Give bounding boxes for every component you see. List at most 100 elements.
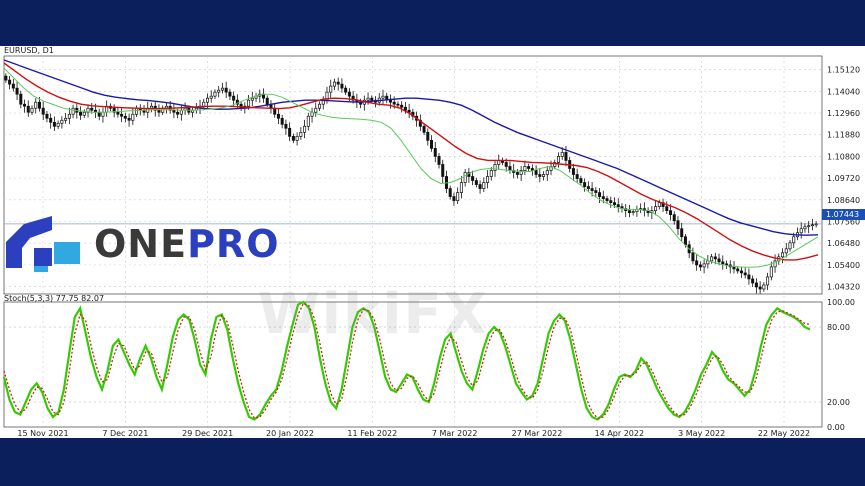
- candle-bear: [265, 97, 269, 105]
- candle-bull: [71, 107, 75, 115]
- candle-bear: [579, 178, 583, 183]
- candle-bull: [493, 164, 497, 171]
- candle-bull: [456, 192, 460, 201]
- onepro-logo-mark-icon: [6, 216, 80, 272]
- date-tick-label: 11 Feb 2022: [347, 429, 397, 438]
- candle-bull: [303, 125, 307, 133]
- candle-bear: [691, 252, 695, 262]
- candle-bear: [347, 91, 351, 97]
- candle-bear: [616, 204, 620, 207]
- candle-bear: [284, 123, 288, 129]
- onepro-logo-text: ONEPRO: [94, 222, 280, 266]
- candle-bear: [751, 278, 755, 284]
- candle-bear: [228, 91, 232, 97]
- candle-bear: [605, 198, 609, 201]
- candle-bull: [459, 182, 463, 193]
- candle-bear: [471, 176, 475, 181]
- candle-bull: [332, 81, 336, 87]
- price-tick-label: 1.11880: [827, 131, 860, 140]
- date-tick-label: 7 Dec 2021: [102, 429, 148, 438]
- candle-bull: [250, 97, 254, 101]
- candle-bear: [26, 105, 30, 113]
- date-axis: 15 Nov 2021 7 Dec 2021 29 Dec 2021 20 Jan 2…: [17, 429, 810, 438]
- date-tick-label: 3 May 2022: [678, 429, 725, 438]
- candle-bear: [19, 93, 23, 105]
- candle-bear: [717, 258, 721, 263]
- stoch-tick-label: 100.00: [827, 298, 855, 307]
- price-tick-label: 1.14040: [827, 87, 860, 96]
- candle-bear: [403, 106, 407, 111]
- candle-bear: [571, 168, 575, 175]
- candle-bull: [710, 256, 714, 262]
- candle-bear: [49, 117, 53, 123]
- candle-bear: [52, 121, 56, 127]
- candle-bull: [220, 87, 224, 91]
- current-price-label: 1.07443: [826, 210, 859, 219]
- price-tick-label: 1.09720: [827, 174, 860, 183]
- candle-bear: [45, 113, 49, 119]
- stoch-tick-label: 0.00: [827, 423, 845, 432]
- candle-bear: [370, 97, 374, 101]
- candle-bear: [340, 83, 344, 89]
- candle-bull: [306, 115, 310, 127]
- date-tick-label: 22 May 2022: [758, 429, 810, 438]
- candle-bear: [422, 125, 426, 133]
- candle-bull: [810, 224, 814, 227]
- date-tick-label: 15 Nov 2021: [17, 429, 68, 438]
- candle-bear: [15, 87, 19, 95]
- price-tick-label: 1.06480: [827, 239, 860, 248]
- price-axis: 1.15120 1.14040 1.12960 1.11880 1.10800 1.097…: [827, 66, 860, 292]
- candle-bear: [116, 111, 120, 115]
- price-tick-label: 1.12960: [827, 109, 860, 118]
- date-tick-label: 7 Mar 2022: [432, 429, 478, 438]
- candle-bear: [676, 220, 680, 230]
- candle-bear: [8, 79, 12, 85]
- price-tick-label: 1.10800: [827, 152, 860, 161]
- candle-bear: [127, 117, 131, 121]
- candle-bear: [725, 263, 729, 266]
- candle-bear: [590, 188, 594, 191]
- date-tick-label: 29 Dec 2021: [182, 429, 233, 438]
- candle-bear: [665, 206, 669, 211]
- candle-bear: [758, 286, 762, 290]
- candle-bear: [41, 107, 45, 115]
- candle-bull: [60, 119, 64, 124]
- candle-bear: [612, 202, 617, 205]
- candle-bull: [545, 170, 549, 175]
- candle-bull: [631, 211, 635, 214]
- candle-bull: [556, 156, 560, 163]
- candle-bear: [713, 256, 717, 260]
- candle-bear: [336, 81, 340, 85]
- candle-bull: [202, 101, 206, 107]
- logo-text-pro: PRO: [187, 222, 280, 266]
- candle-bull: [799, 228, 803, 234]
- candle-bear: [23, 103, 27, 107]
- candle-bull: [209, 95, 213, 99]
- candle-bear: [680, 228, 684, 238]
- candle-bear: [400, 104, 404, 108]
- stoch-tick-label: 80.00: [827, 323, 850, 332]
- candle-bear: [344, 87, 348, 93]
- candle-bull: [217, 89, 221, 93]
- candle-bear: [504, 162, 508, 167]
- candle-bear: [736, 268, 740, 272]
- candle-bear: [609, 200, 613, 203]
- candle-bear: [426, 131, 430, 141]
- candle-bear: [430, 140, 434, 149]
- moving-average-line: [3, 59, 819, 236]
- candle-bear: [11, 83, 15, 89]
- candle-bull: [807, 225, 811, 228]
- candle-bear: [385, 95, 389, 100]
- onepro-logo: ONEPRO: [4, 216, 278, 272]
- candle-bear: [527, 166, 531, 169]
- candle-bear: [441, 164, 445, 177]
- date-tick-label: 14 Apr 2022: [595, 429, 644, 438]
- candle-bear: [698, 264, 702, 268]
- candle-bear: [157, 109, 161, 113]
- candle-bear: [739, 270, 743, 274]
- chart-panel: 1.15120 1.14040 1.12960 1.11880 1.10800 1.097…: [0, 46, 865, 438]
- candle-bull: [131, 113, 135, 121]
- price-tick-label: 1.05400: [827, 261, 860, 270]
- candle-bull: [463, 172, 467, 183]
- candle-bear: [176, 111, 180, 115]
